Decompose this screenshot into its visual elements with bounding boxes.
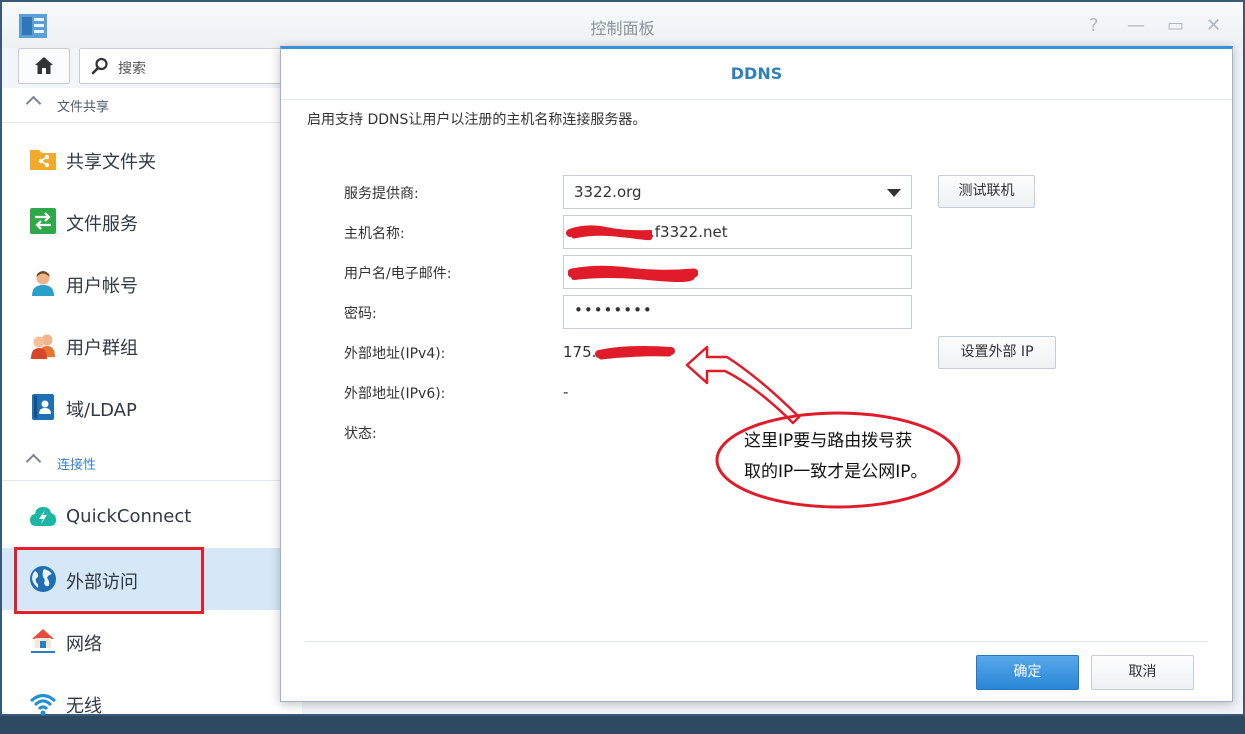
sidebar-item-label: 文件服务 <box>66 214 138 235</box>
dialog-footer-divider <box>305 641 1208 642</box>
sidebar-item-label: 用户群组 <box>66 338 138 359</box>
ipv6-label: 外部地址(IPv6): <box>344 386 446 402</box>
cancel-button[interactable]: 取消 <box>1091 655 1194 690</box>
dialog-description: 启用支持 DDNS让用户以注册的主机名称连接服务器。 <box>307 112 647 128</box>
domain-ldap-icon <box>32 394 54 420</box>
redaction-scribble <box>566 225 652 241</box>
title-bar: 控制面板 ? — ▭ ✕ <box>2 2 1243 48</box>
username-field[interactable] <box>563 255 912 289</box>
annotation-highlight-box <box>14 547 204 614</box>
dropdown-arrow-icon <box>887 189 901 197</box>
sidebar-item-label: 域/LDAP <box>66 400 137 421</box>
sidebar-item-network[interactable]: 网络 <box>2 610 282 672</box>
provider-value: 3322.org <box>574 183 642 201</box>
sidebar-item-user-group[interactable]: 用户群组 <box>2 314 282 376</box>
chevron-up-icon <box>25 453 42 470</box>
search-icon <box>91 57 108 75</box>
close-button[interactable]: ✕ <box>1206 15 1221 36</box>
wifi-icon <box>29 694 57 716</box>
group-icon <box>31 334 55 359</box>
dialog-title: DDNS <box>730 64 783 83</box>
chevron-up-icon <box>25 95 42 112</box>
redaction-scribble <box>568 265 698 282</box>
sidebar-item-domain-ldap[interactable]: 域/LDAP <box>2 376 282 438</box>
sidebar-item-wireless[interactable]: 无线 <box>2 672 282 734</box>
sidebar: 文件共享 共享文件夹 文件服务 用户帐号 用户群组 域/LDAP 连接性 Qui… <box>2 88 302 717</box>
redaction-scribble <box>595 346 675 360</box>
password-value: •••••••• <box>574 301 653 319</box>
search-placeholder: 搜索 <box>118 61 146 77</box>
sidebar-item-label: 无线 <box>66 696 102 717</box>
search-input[interactable]: 搜索 <box>79 48 291 84</box>
minimize-button[interactable]: — <box>1127 15 1145 36</box>
status-label: 状态: <box>344 426 377 442</box>
control-panel-window: 控制面板 ? — ▭ ✕ 搜索 文件共享 共享文件夹 文件服务 用户帐号 用户群… <box>0 0 1245 717</box>
hostname-value: .f3322.net <box>650 223 728 241</box>
sidebar-item-label: 共享文件夹 <box>66 152 156 173</box>
file-services-icon <box>30 208 56 234</box>
provider-select[interactable]: 3322.org <box>563 175 912 209</box>
sidebar-item-shared-folder[interactable]: 共享文件夹 <box>2 128 282 190</box>
section-header-connectivity[interactable]: 连接性 <box>2 446 282 481</box>
hostname-field[interactable]: .f3322.net <box>563 215 912 249</box>
annotation-line-1: 这里IP要与路由拨号获 <box>744 431 913 451</box>
sidebar-item-quickconnect[interactable]: QuickConnect <box>2 486 282 548</box>
window-title: 控制面板 <box>590 19 655 38</box>
test-connection-button[interactable]: 测试联机 <box>938 175 1035 208</box>
password-label: 密码: <box>344 306 377 322</box>
section-label: 文件共享 <box>57 100 110 115</box>
section-label: 连接性 <box>57 458 97 473</box>
ipv6-value: - <box>563 383 569 401</box>
annotation-line-2: 取的IP一致才是公网IP。 <box>744 462 928 482</box>
ipv4-value: 175. <box>563 343 597 361</box>
ok-button[interactable]: 确定 <box>976 655 1079 690</box>
sidebar-item-label: 用户帐号 <box>66 276 138 297</box>
ipv4-label: 外部地址(IPv4): <box>344 346 446 362</box>
provider-label: 服务提供商: <box>344 186 419 202</box>
maximize-button[interactable]: ▭ <box>1167 15 1184 36</box>
username-label: 用户名/电子邮件: <box>344 266 452 282</box>
hostname-label: 主机名称: <box>344 226 405 242</box>
help-button[interactable]: ? <box>1089 15 1099 36</box>
section-header-file-sharing[interactable]: 文件共享 <box>2 88 282 123</box>
ddns-dialog: DDNS 启用支持 DDNS让用户以注册的主机名称连接服务器。 服务提供商: 3… <box>280 46 1233 702</box>
sidebar-item-file-services[interactable]: 文件服务 <box>2 190 282 252</box>
password-field[interactable]: •••••••• <box>563 295 912 329</box>
shared-folder-icon <box>30 150 56 170</box>
sidebar-item-label: 网络 <box>66 634 102 655</box>
sidebar-item-label: QuickConnect <box>66 506 192 527</box>
quickconnect-icon <box>30 507 56 526</box>
dialog-header-divider <box>281 99 1232 100</box>
network-icon <box>31 629 55 653</box>
home-icon <box>35 57 53 74</box>
sidebar-item-user-account[interactable]: 用户帐号 <box>2 252 282 314</box>
user-icon <box>32 271 54 296</box>
home-button[interactable] <box>18 48 70 84</box>
